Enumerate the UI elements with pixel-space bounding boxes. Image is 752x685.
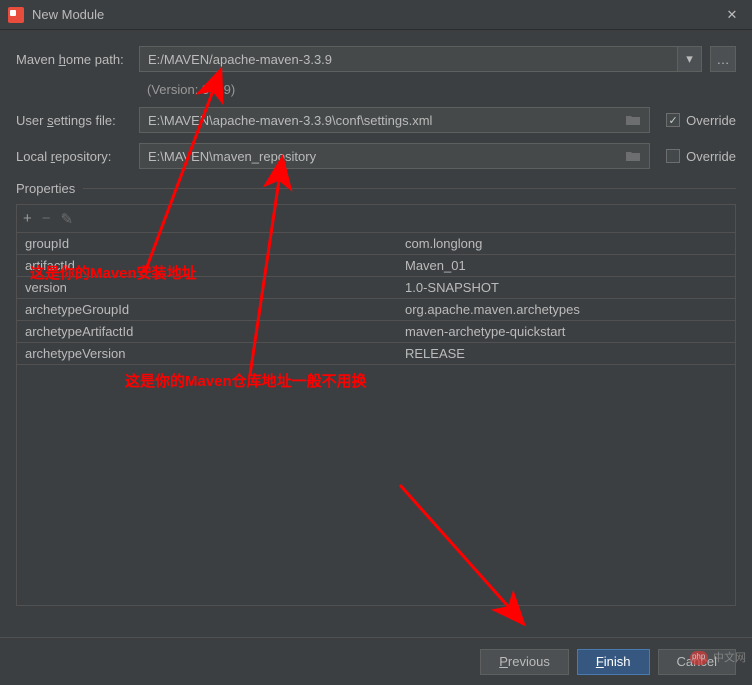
- prop-key: archetypeArtifactId: [17, 324, 397, 339]
- divider: [83, 188, 736, 189]
- properties-panel: + − ✎ groupId com.longlong artifactId Ma…: [16, 204, 736, 606]
- properties-label: Properties: [16, 181, 75, 196]
- watermark-text: 中文网: [713, 652, 746, 664]
- ellipsis-icon: …: [717, 52, 730, 67]
- prop-key: version: [17, 280, 397, 295]
- local-repo-row: Local repository: E:\MAVEN\maven_reposit…: [16, 143, 736, 169]
- previous-button[interactable]: Previous: [480, 649, 569, 675]
- maven-home-label: Maven home path:: [16, 52, 131, 67]
- user-settings-row: User settings file: E:\MAVEN\apache-mave…: [16, 107, 736, 133]
- table-row[interactable]: groupId com.longlong: [17, 233, 735, 255]
- table-row[interactable]: archetypeGroupId org.apache.maven.archet…: [17, 299, 735, 321]
- local-repo-label: Local repository:: [16, 149, 131, 164]
- maven-home-input-wrap: E:/MAVEN/apache-maven-3.3.9 ▾: [139, 46, 702, 72]
- local-repo-override-wrap[interactable]: Override: [666, 149, 736, 164]
- table-row[interactable]: archetypeVersion RELEASE: [17, 343, 735, 365]
- prop-val: Maven_01: [397, 258, 735, 273]
- titlebar: New Module ✕: [0, 0, 752, 30]
- prop-val: org.apache.maven.archetypes: [397, 302, 735, 317]
- prop-val: RELEASE: [397, 346, 735, 361]
- intellij-icon: [8, 7, 24, 23]
- user-settings-override-checkbox[interactable]: [666, 113, 680, 127]
- window-title: New Module: [32, 7, 720, 22]
- prop-val: 1.0-SNAPSHOT: [397, 280, 735, 295]
- maven-home-input[interactable]: E:/MAVEN/apache-maven-3.3.9: [139, 46, 678, 72]
- prop-val: com.longlong: [397, 236, 735, 251]
- table-row[interactable]: version 1.0-SNAPSHOT: [17, 277, 735, 299]
- content-area: Maven home path: E:/MAVEN/apache-maven-3…: [0, 30, 752, 614]
- prop-key: groupId: [17, 236, 397, 251]
- maven-home-browse-button[interactable]: …: [710, 46, 736, 72]
- user-settings-label: User settings file:: [16, 113, 131, 128]
- edit-icon[interactable]: ✎: [61, 210, 74, 228]
- local-repo-input[interactable]: E:\MAVEN\maven_repository: [139, 143, 650, 169]
- php-logo-icon: [690, 651, 708, 665]
- prop-key: artifactId: [17, 258, 397, 273]
- finish-button[interactable]: Finish: [577, 649, 650, 675]
- footer: Previous Finish Cancel: [0, 637, 752, 685]
- prop-val: maven-archetype-quickstart: [397, 324, 735, 339]
- finish-label: inish: [604, 654, 631, 669]
- user-settings-override-label: Override: [686, 113, 736, 128]
- table-row[interactable]: archetypeArtifactId maven-archetype-quic…: [17, 321, 735, 343]
- properties-toolbar: + − ✎: [17, 205, 735, 233]
- local-repo-value: E:\MAVEN\maven_repository: [148, 149, 316, 164]
- prop-key: archetypeVersion: [17, 346, 397, 361]
- user-settings-override-wrap[interactable]: Override: [666, 113, 736, 128]
- folder-icon: [625, 150, 641, 162]
- maven-home-dropdown[interactable]: ▾: [678, 46, 702, 72]
- properties-header: Properties: [16, 181, 736, 196]
- local-repo-override-checkbox[interactable]: [666, 149, 680, 163]
- local-repo-override-label: Override: [686, 149, 736, 164]
- maven-version-text: (Version: 3.3.9): [147, 82, 736, 97]
- add-icon[interactable]: +: [23, 210, 32, 227]
- table-empty-area: [17, 365, 735, 605]
- maven-home-row: Maven home path: E:/MAVEN/apache-maven-3…: [16, 46, 736, 72]
- properties-table: groupId com.longlong artifactId Maven_01…: [17, 233, 735, 605]
- chevron-down-icon: ▾: [686, 51, 693, 67]
- previous-label: revious: [508, 654, 550, 669]
- remove-icon[interactable]: −: [42, 210, 51, 227]
- watermark: 中文网: [690, 649, 746, 665]
- prop-key: archetypeGroupId: [17, 302, 397, 317]
- maven-home-value: E:/MAVEN/apache-maven-3.3.9: [148, 52, 332, 67]
- user-settings-value: E:\MAVEN\apache-maven-3.3.9\conf\setting…: [148, 113, 432, 128]
- folder-icon: [625, 114, 641, 126]
- user-settings-input[interactable]: E:\MAVEN\apache-maven-3.3.9\conf\setting…: [139, 107, 650, 133]
- close-icon[interactable]: ✕: [720, 3, 744, 27]
- table-row[interactable]: artifactId Maven_01: [17, 255, 735, 277]
